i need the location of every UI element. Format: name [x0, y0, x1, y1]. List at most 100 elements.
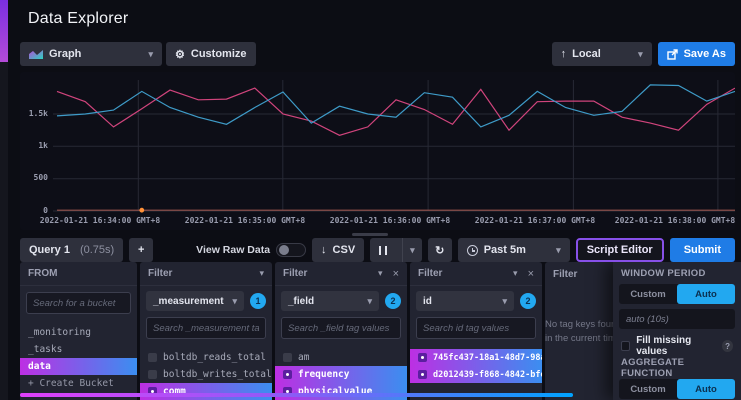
close-icon[interactable]: × [528, 268, 534, 280]
submit-button[interactable]: Submit [670, 238, 735, 262]
x-tick-label: 2022-01-21 16:35:00 GMT+8 [180, 216, 310, 225]
bucket-label: _tasks [28, 344, 62, 355]
save-toolbar: ↑ Local ▾ Save As [552, 42, 735, 66]
auto-option[interactable]: Auto [677, 379, 735, 399]
window-period-header: WINDOW PERIOD [613, 262, 741, 284]
id-search-input[interactable] [416, 317, 536, 339]
chart-panel: 1.5k 1k 500 0 2022-01-21 16:34:00 GMT+8 … [20, 72, 735, 230]
refresh-button[interactable]: ↻ [428, 238, 452, 262]
filter-panel-header: Filter ▾ [140, 262, 272, 286]
id-list: 745fc437-18a1-48d7-98a6-7.. d2012439-f86… [410, 349, 542, 383]
y-tick-label: 0 [22, 206, 48, 215]
empty-filter-message: No tag keys found in the current time ra… [545, 318, 615, 346]
bucket-item[interactable]: _tasks [20, 341, 137, 358]
x-tick-label: 2022-01-21 16:37:00 GMT+8 [470, 216, 600, 225]
checkbox[interactable] [148, 370, 157, 379]
script-editor-button[interactable]: Script Editor [576, 238, 664, 262]
options-panel: WINDOW PERIOD Custom Auto auto (10s) Fil… [613, 262, 741, 400]
window-period-toggle: Custom Auto [619, 284, 735, 304]
filter-key-dropdown[interactable]: id ▾ [416, 291, 514, 311]
view-type-label: Graph [49, 48, 81, 60]
measurement-search-input[interactable] [146, 317, 266, 339]
nav-active-accent [0, 0, 8, 62]
checkbox[interactable] [283, 370, 292, 379]
custom-option[interactable]: Custom [619, 379, 677, 399]
query-duration: (0.75s) [80, 244, 114, 256]
query-tab[interactable]: Query 1 (0.75s) [20, 238, 123, 262]
filter-header-label: Filter [148, 268, 172, 279]
view-raw-data-toggle[interactable] [276, 243, 306, 257]
fill-missing-checkbox[interactable] [621, 341, 630, 351]
filter-panel-header: Filter [545, 262, 615, 286]
checkbox[interactable] [283, 353, 292, 362]
time-range-label: Past 5m [484, 244, 526, 256]
checkbox[interactable] [148, 353, 157, 362]
help-icon[interactable]: ? [722, 340, 733, 352]
chevron-down-icon: ▾ [556, 245, 561, 256]
list-item-selected[interactable]: comm [140, 383, 272, 400]
bucket-item[interactable]: _monitoring [20, 324, 137, 341]
list-item-selected[interactable]: physicalvalue [275, 383, 407, 400]
filter-panel-header: Filter ▾ × [410, 262, 542, 286]
filter-header-label: Filter [553, 269, 577, 280]
list-item-selected[interactable]: d2012439-f868-4842-bfef-8.. [410, 366, 542, 383]
customize-label: Customize [191, 48, 247, 60]
create-bucket-label: + Create Bucket [28, 378, 114, 389]
filter-panel-header: Filter ▾ × [275, 262, 407, 286]
pause-icon[interactable] [370, 238, 396, 262]
chevron-down-icon[interactable]: ▾ [378, 268, 383, 279]
x-tick-label: 2022-01-21 16:36:00 GMT+8 [325, 216, 455, 225]
filter-key-row: _field ▾ 2 [275, 286, 407, 311]
csv-download-button[interactable]: ↓ CSV [312, 238, 364, 262]
view-type-dropdown[interactable]: Graph ▾ [20, 42, 162, 66]
filter-key-dropdown[interactable]: _measurement ▾ [146, 291, 244, 311]
filter-header-label: Filter [418, 268, 442, 279]
gear-icon: ⚙ [175, 48, 185, 61]
list-item[interactable]: am [275, 349, 407, 366]
query-builder: FROM _monitoring _tasks data + Create Bu… [20, 262, 741, 400]
list-item[interactable]: boltdb_writes_total [140, 366, 272, 383]
chevron-down-icon[interactable]: ▾ [402, 238, 422, 262]
horizontal-scrollbar[interactable] [20, 393, 573, 397]
fill-missing-row: Fill missing values ? [613, 335, 741, 357]
y-tick-label: 500 [22, 173, 48, 182]
save-as-label: Save As [684, 48, 726, 60]
checkbox[interactable] [418, 370, 427, 379]
save-as-button[interactable]: Save As [658, 42, 735, 66]
resize-drag-handle[interactable] [352, 233, 388, 236]
view-raw-data-label: View Raw Data [196, 244, 270, 256]
refresh-icon: ↻ [435, 244, 444, 257]
filter-panel-id: Filter ▾ × id ▾ 2 745fc437-18a1-48d7-98a… [410, 262, 542, 400]
close-icon[interactable]: × [393, 268, 399, 280]
list-item-selected[interactable]: frequency [275, 366, 407, 383]
value-label: frequency [298, 369, 349, 380]
filter-key-dropdown[interactable]: _field ▾ [281, 291, 379, 311]
bucket-item-selected[interactable]: data [20, 358, 137, 375]
value-label: d2012439-f868-4842-bfef-8.. [433, 370, 542, 380]
local-dropdown[interactable]: ↑ Local ▾ [552, 42, 652, 66]
empty-message-line: No tag keys found [545, 318, 615, 332]
filter-key-label: id [423, 296, 432, 307]
checkbox[interactable] [418, 353, 427, 362]
field-search-input[interactable] [281, 317, 401, 339]
chevron-down-icon[interactable]: ▾ [259, 268, 264, 279]
auto-option[interactable]: Auto [677, 284, 735, 304]
pause-button-group[interactable]: ▾ [370, 238, 422, 262]
y-tick-label: 1k [22, 141, 48, 150]
list-item-selected[interactable]: 745fc437-18a1-48d7-98a6-7.. [410, 349, 542, 366]
customize-button[interactable]: ⚙ Customize [166, 42, 256, 66]
filter-key-label: _field [288, 296, 314, 307]
create-bucket-button[interactable]: + Create Bucket [20, 375, 137, 392]
bucket-search-input[interactable] [26, 292, 131, 314]
chevron-down-icon: ▾ [232, 296, 237, 307]
empty-message-line: in the current time range [545, 332, 615, 346]
x-tick-label: 2022-01-21 16:38:00 GMT+8 [610, 216, 740, 225]
window-period-value: auto (10s) [619, 309, 735, 329]
from-panel: FROM _monitoring _tasks data + Create Bu… [20, 262, 137, 400]
add-query-button[interactable]: + [129, 238, 153, 262]
custom-option[interactable]: Custom [619, 284, 677, 304]
time-range-dropdown[interactable]: Past 5m ▾ [458, 238, 570, 262]
list-item[interactable]: boltdb_reads_total [140, 349, 272, 366]
chevron-down-icon[interactable]: ▾ [513, 268, 518, 279]
fill-missing-label: Fill missing values [636, 335, 716, 357]
